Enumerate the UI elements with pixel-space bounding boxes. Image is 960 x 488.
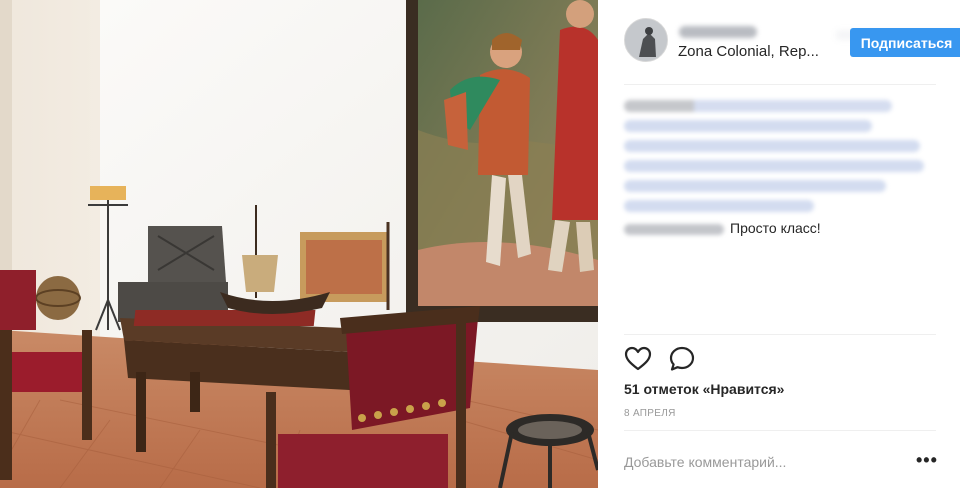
comment-author-blurred[interactable]	[624, 224, 724, 235]
caption-line	[624, 140, 920, 152]
comment-bubble-icon[interactable]	[668, 345, 696, 373]
caption-line	[624, 160, 924, 172]
more-options-icon[interactable]: •••	[916, 451, 938, 469]
caption-line	[624, 180, 886, 192]
header-divider	[624, 84, 936, 85]
post-date: 8 АПРЕЛЯ	[624, 408, 676, 419]
avatar[interactable]	[624, 18, 668, 62]
comment-input[interactable]	[624, 452, 894, 472]
caption-line	[624, 200, 814, 212]
follow-button[interactable]: Подписаться	[850, 28, 960, 57]
post-header: Zona Colonial, Rep... Подписаться	[624, 18, 960, 64]
caption-line	[624, 100, 892, 112]
caption-line	[624, 120, 872, 132]
post-photo[interactable]	[0, 0, 598, 488]
location-link[interactable]: Zona Colonial, Rep...	[678, 43, 819, 60]
comment-input-divider	[624, 430, 936, 431]
heart-icon[interactable]	[624, 345, 652, 373]
comment-row: Просто класс!	[624, 220, 936, 240]
likes-count[interactable]: 51 отметок «Нравится»	[624, 381, 784, 397]
post-side-panel: Zona Colonial, Rep... Подписаться Просто…	[598, 0, 960, 488]
comment-text: Просто класс!	[730, 220, 821, 236]
action-bar	[624, 345, 724, 373]
username-blurred[interactable]	[679, 26, 757, 38]
comments-section: Просто класс!	[624, 100, 936, 240]
actions-divider	[624, 334, 936, 335]
